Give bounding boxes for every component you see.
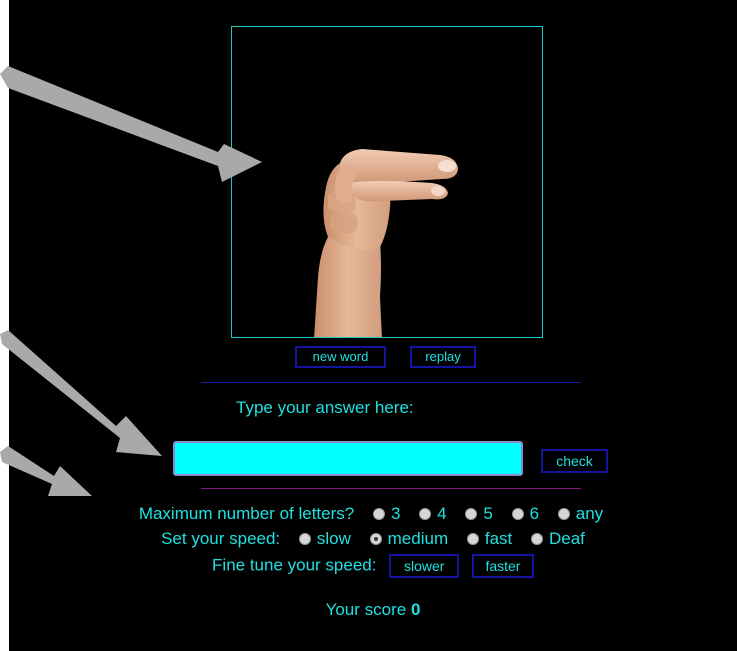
speed-row: Set your speed: slow medium fast Deaf: [9, 529, 737, 549]
answer-input[interactable]: [173, 441, 523, 476]
score-label: Your score: [325, 600, 407, 619]
letters-radio-6[interactable]: [511, 508, 524, 520]
letters-label: Maximum number of letters?: [138, 504, 355, 523]
letters-option-5: 5: [483, 504, 493, 523]
divider-top: [201, 382, 581, 383]
letters-radio-4[interactable]: [419, 508, 432, 520]
letters-radio-5[interactable]: [465, 508, 478, 520]
fine-tune-label: Fine tune your speed:: [212, 555, 377, 575]
score-row: Your score 0: [9, 600, 737, 620]
letters-option-any: any: [575, 504, 604, 523]
speed-option-slow: slow: [316, 529, 351, 548]
letters-row: Maximum number of letters? 3 4 5 6 any: [7, 504, 735, 524]
sign-video-frame: [231, 26, 543, 338]
score-value: 0: [410, 600, 421, 619]
faster-button[interactable]: faster: [471, 554, 534, 578]
speed-radio-slow[interactable]: [298, 533, 311, 545]
check-button[interactable]: check: [541, 449, 608, 473]
speed-radio-fast[interactable]: [466, 533, 479, 545]
letters-option-3: 3: [390, 504, 401, 523]
speed-radio-deaf[interactable]: [530, 533, 543, 545]
new-word-button[interactable]: new word: [295, 346, 386, 368]
fingerspelling-hand-image: [314, 149, 458, 337]
speed-radio-medium[interactable]: [369, 533, 382, 545]
divider-middle: [201, 488, 581, 489]
letters-option-6: 6: [529, 504, 540, 523]
answer-prompt: Type your answer here:: [236, 398, 414, 417]
letters-radio-3[interactable]: [372, 508, 385, 520]
speed-label: Set your speed:: [161, 529, 281, 548]
letters-radio-any[interactable]: [557, 508, 570, 520]
replay-button[interactable]: replay: [410, 346, 476, 368]
speed-option-deaf: Deaf: [548, 529, 585, 548]
speed-option-fast: fast: [484, 529, 513, 548]
speed-option-medium: medium: [387, 529, 449, 548]
fingerspelling-game: new word replay Type your answer here: c…: [9, 0, 737, 651]
fine-tune-row: Fine tune your speed: slower faster: [9, 554, 737, 578]
slower-button[interactable]: slower: [389, 554, 460, 578]
letters-option-4: 4: [437, 504, 447, 523]
